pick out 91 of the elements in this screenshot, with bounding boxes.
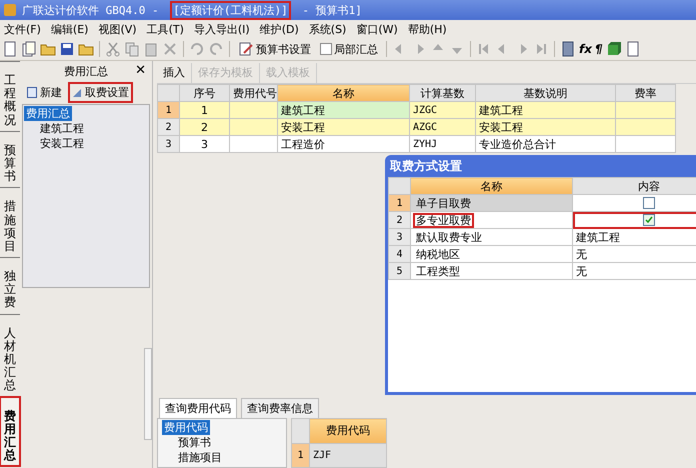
window-title: 广联达计价软件 GBQ4.0 -	[21, 2, 160, 18]
setting-name: 工程类型	[415, 264, 461, 278]
page-icon[interactable]	[624, 41, 641, 57]
menu-item[interactable]: 窗口(W)	[356, 22, 398, 36]
toolbar-button[interactable]: 预算书设置	[235, 40, 314, 58]
undo-icon[interactable]	[189, 41, 205, 57]
row-number[interactable]: 1	[388, 194, 410, 212]
setting-name: 单子目取费	[415, 196, 472, 210]
menu-item[interactable]: 系统(S)	[308, 22, 346, 36]
column-header[interactable]: 费率	[616, 84, 676, 102]
table-cell	[230, 118, 278, 136]
table-cell: 安装工程	[278, 118, 410, 136]
close-button[interactable]: ✕	[135, 63, 146, 78]
tab[interactable]: 查询费用代码	[159, 398, 237, 418]
row-number[interactable]: 5	[388, 262, 410, 280]
table-cell	[616, 102, 676, 118]
page-icon[interactable]	[2, 41, 18, 57]
panel-button[interactable]: 新建	[24, 83, 65, 102]
table-cell: 1	[180, 102, 230, 118]
toolbar-button[interactable]: 插入	[157, 63, 192, 83]
side-tab[interactable]: 措施项目	[0, 187, 20, 258]
scrollbar[interactable]	[144, 348, 152, 440]
side-tab[interactable]: 预算书	[0, 130, 20, 188]
tree-item[interactable]: 措施项目	[176, 450, 224, 465]
menu-item[interactable]: 编辑(E)	[50, 22, 88, 36]
copy-icon[interactable]	[124, 41, 140, 57]
delete-icon[interactable]	[162, 41, 178, 57]
table-cell: 2	[180, 118, 230, 136]
tree-item[interactable]: 费用代码	[162, 420, 210, 435]
check-icon	[645, 216, 653, 224]
column-header[interactable]: 基数说明	[476, 84, 616, 102]
table-cell: AZGC	[410, 118, 476, 136]
column-header[interactable]: 名称	[278, 84, 410, 102]
calculator-icon[interactable]	[560, 41, 576, 57]
row-number[interactable]: 2	[388, 212, 410, 228]
row-number[interactable]: 3	[388, 228, 410, 246]
row-number[interactable]: 1	[292, 443, 310, 468]
checkbox[interactable]	[643, 197, 655, 210]
dialog-title: 取费方式设置	[389, 158, 463, 174]
menu-item[interactable]: 维护(D)	[260, 22, 299, 36]
menu-item[interactable]: 导入导出(I)	[194, 22, 250, 36]
table-cell: 建筑工程	[278, 102, 410, 118]
toolbar-icon[interactable]: ¶	[594, 42, 603, 56]
tree-item[interactable]: 安装工程	[38, 136, 86, 151]
column-header[interactable]: 序号	[180, 84, 230, 102]
row-number[interactable]: 4	[388, 246, 410, 262]
tree-item[interactable]: 费用汇总	[24, 106, 72, 121]
menu-item[interactable]: 文件(F)	[4, 22, 41, 36]
pages-icon[interactable]	[21, 41, 37, 57]
tree-item[interactable]: 建筑工程	[38, 121, 86, 136]
window-title: - 预算书1]	[301, 2, 363, 18]
setting-name: 默认取费专业	[415, 230, 483, 244]
table-cell: 安装工程	[476, 118, 616, 136]
menu-item[interactable]: 帮助(H)	[408, 22, 447, 36]
side-tab[interactable]: 工程概况	[0, 61, 20, 131]
page-icon	[27, 87, 37, 98]
panel-title: 费用汇总	[64, 64, 108, 78]
row-number[interactable]: 1	[158, 102, 180, 118]
table-cell: JZGC	[410, 102, 476, 118]
tab[interactable]: 查询费率信息	[241, 398, 319, 418]
column-header[interactable]: 计算基数	[410, 84, 476, 102]
menu-item[interactable]: 工具(T)	[146, 22, 184, 36]
row-number[interactable]: 3	[158, 136, 180, 152]
tree-item[interactable]: 预算书	[176, 435, 213, 450]
panel-button[interactable]: 取费设置	[69, 83, 132, 102]
toolbar-checkbox[interactable]: 局部汇总	[317, 40, 381, 58]
table-cell: ZJF	[310, 443, 386, 468]
column-header[interactable]: 费用代号	[230, 84, 278, 102]
settings-icon	[72, 87, 82, 98]
cut-icon[interactable]	[105, 41, 121, 57]
table-cell	[230, 102, 278, 118]
column-header[interactable]: 内容	[572, 178, 696, 194]
table-cell: 建筑工程	[476, 102, 616, 118]
column-header[interactable]: 名称	[410, 178, 572, 194]
save-icon[interactable]	[59, 41, 75, 57]
app-icon	[4, 4, 16, 16]
column-header[interactable]: 费用代码	[310, 418, 386, 443]
side-tab[interactable]: 费用汇总	[0, 396, 20, 466]
pencil-page-icon	[238, 41, 254, 57]
paste-icon[interactable]	[143, 41, 159, 57]
menu-item[interactable]: 视图(V)	[98, 22, 137, 36]
redo-icon[interactable]	[208, 41, 224, 57]
setting-name: 多专业取费	[414, 214, 473, 226]
toolbar-icon[interactable]: fx	[579, 42, 592, 56]
table-cell	[616, 118, 676, 136]
side-tab[interactable]: 独立费	[0, 257, 20, 314]
checkbox[interactable]	[643, 214, 655, 226]
window-title: [定额计价(工料机法)]	[171, 2, 290, 18]
setting-name: 纳税地区	[415, 248, 461, 260]
row-number[interactable]: 2	[158, 118, 180, 136]
cube-icon[interactable]	[606, 41, 622, 57]
